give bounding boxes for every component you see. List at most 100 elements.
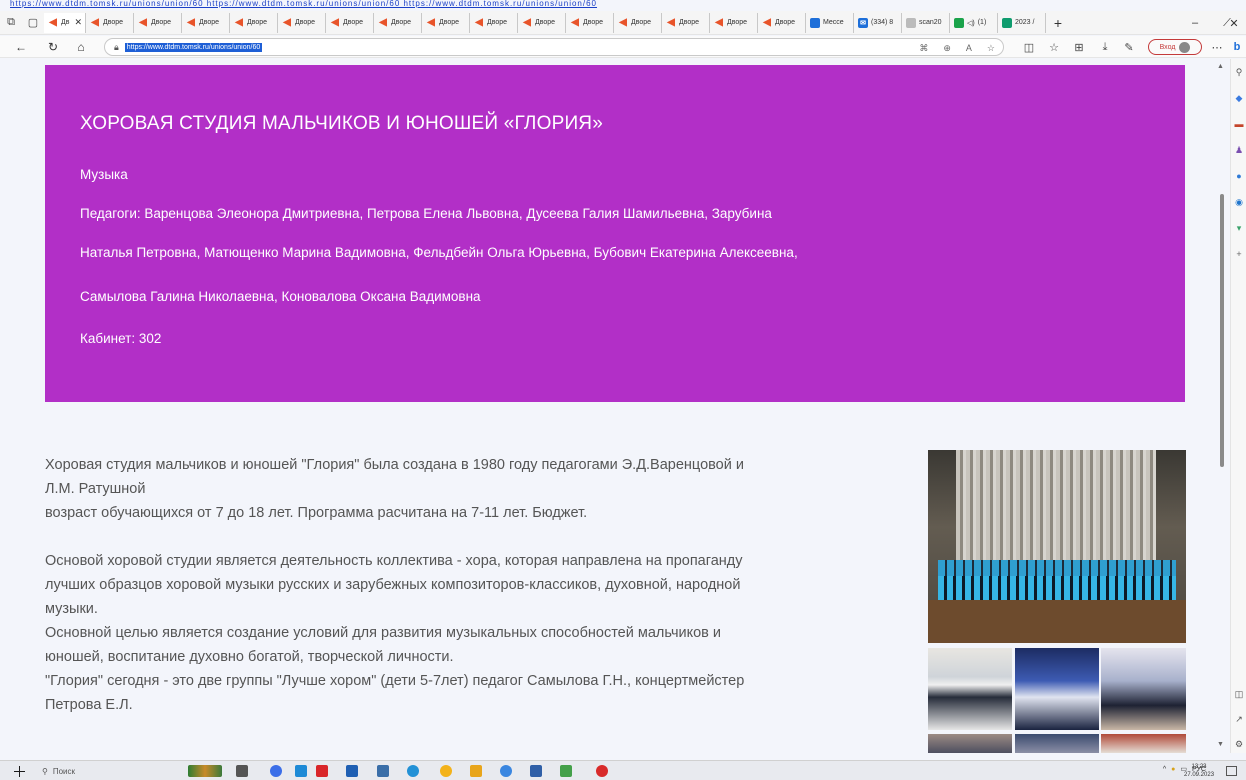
tab-audio[interactable]: ◁) (1) <box>950 12 998 33</box>
tab-dvorets[interactable]: ◀ Дворе <box>374 12 422 33</box>
word-icon[interactable] <box>346 765 358 777</box>
gallery-thumbnail[interactable] <box>928 734 1012 753</box>
games-icon[interactable]: ● <box>1234 171 1244 181</box>
telegram-icon[interactable] <box>500 765 512 777</box>
discover-icon[interactable]: ◆ <box>1234 93 1244 103</box>
app-available-icon[interactable]: ⌘ <box>919 43 928 54</box>
gallery-thumbnail[interactable] <box>1015 734 1099 753</box>
tab-dvorets[interactable]: ◀ Дворе <box>614 12 662 33</box>
bing-copilot-icon[interactable]: b <box>1226 36 1246 58</box>
close-window-button[interactable]: ✕ <box>1222 11 1246 35</box>
yandex-browser-icon[interactable] <box>596 765 608 777</box>
address-field[interactable]: 🔒︎ https://www.dtdm.tomsk.ru/unions/unio… <box>104 38 1004 56</box>
tab-dvorets[interactable]: ◀ Дворе <box>86 12 134 33</box>
favorites-icon[interactable]: ☆ <box>1043 36 1065 58</box>
tab-messenger[interactable]: Мессе <box>806 12 854 33</box>
scroll-up-icon[interactable]: ▲ <box>1217 63 1224 70</box>
tab-mail[interactable]: ✉ (334) 8 <box>854 12 902 33</box>
tab-active[interactable]: ◀ Дв ✕ <box>44 12 86 33</box>
read-aloud-icon[interactable]: A <box>966 43 972 53</box>
windows-start-icon[interactable] <box>14 766 25 777</box>
tab-actions-icon[interactable]: ▢ <box>22 12 44 34</box>
home-button[interactable]: ⌂ <box>70 36 92 58</box>
close-tab-icon[interactable]: ✕ <box>74 17 82 28</box>
office-icon[interactable]: ◉ <box>1234 197 1244 207</box>
refresh-button[interactable]: ↻ <box>42 36 64 58</box>
tab-dvorets[interactable]: ◀ Дворе <box>518 12 566 33</box>
site-favicon-icon: ◀ <box>715 17 723 28</box>
page-title: ХОРОВАЯ СТУДИЯ МАЛЬЧИКОВ И ЮНОШЕЙ «ГЛОРИ… <box>80 113 603 134</box>
document-icon <box>906 17 916 28</box>
tray-app-icon[interactable]: ● <box>1171 766 1175 773</box>
tab-dvorets[interactable]: ◀ Дворе <box>134 12 182 33</box>
tab-dvorets[interactable]: ◀ Дворе <box>230 12 278 33</box>
tab-label: Дворе <box>679 19 700 26</box>
tab-dvorets[interactable]: ◀ Дворе <box>758 12 806 33</box>
tab-dvorets[interactable]: ◀ Дворе <box>662 12 710 33</box>
page-scrollbar[interactable]: ▲ ▼ <box>1213 59 1230 753</box>
collections-icon[interactable]: ⊞ <box>1068 36 1090 58</box>
sign-in-label: Вход <box>1159 43 1176 51</box>
hero-banner: ХОРОВАЯ СТУДИЯ МАЛЬЧИКОВ И ЮНОШЕЙ «ГЛОРИ… <box>45 65 1185 402</box>
settings-gear-icon[interactable]: ⚙ <box>1234 739 1244 749</box>
lock-icon[interactable]: 🔒︎ <box>114 42 119 53</box>
back-button[interactable]: ← <box>10 36 32 58</box>
notifications-icon[interactable] <box>1226 766 1237 776</box>
workspaces-icon[interactable]: ⧉ <box>0 12 22 34</box>
tab-dvorets[interactable]: ◀ Дворе <box>278 12 326 33</box>
file-explorer-icon[interactable] <box>470 765 482 777</box>
paragraph-line: Основной целью является создание условий… <box>45 625 722 641</box>
downloads-icon[interactable]: ⤓ <box>1094 36 1116 58</box>
edge-browser-icon[interactable] <box>407 765 419 777</box>
tab-dvorets[interactable]: ◀ Дворе <box>182 12 230 33</box>
chrome-icon[interactable] <box>440 765 452 777</box>
chat-icon[interactable] <box>270 765 282 777</box>
site-favicon-icon: ◀ <box>139 17 147 28</box>
taskbar-search[interactable]: ⚲ Поиск <box>42 764 172 778</box>
yandex-icon[interactable] <box>316 765 328 777</box>
gallery-thumbnail[interactable] <box>928 648 1012 730</box>
scrollbar-thumb[interactable] <box>1220 194 1224 467</box>
tab-scan[interactable]: scan20 <box>902 12 950 33</box>
tab-dvorets[interactable]: ◀ Дворе <box>710 12 758 33</box>
app-icon[interactable] <box>377 765 389 777</box>
chevron-up-icon[interactable]: ^ <box>1163 766 1166 773</box>
favorite-star-icon[interactable]: ☆ <box>987 43 995 54</box>
gallery-thumbnail[interactable] <box>1015 648 1099 730</box>
green-favicon-icon <box>954 17 964 28</box>
new-tab-button[interactable]: + <box>1046 15 1070 31</box>
shopping-icon[interactable]: ▬ <box>1234 119 1244 129</box>
search-icon[interactable]: ⚲ <box>1234 67 1244 77</box>
choir-concert-photo[interactable] <box>928 450 1186 643</box>
tools-icon[interactable]: ♟ <box>1234 145 1244 155</box>
teachers-line-1: Педагоги: Варенцова Элеонора Дмитриевна,… <box>80 206 772 221</box>
extensions-icon[interactable]: ✎ <box>1118 36 1140 58</box>
split-icon[interactable]: ◫ <box>1234 689 1244 699</box>
task-view-icon[interactable] <box>236 765 248 777</box>
url-text[interactable]: https://www.dtdm.tomsk.ru/unions/union/6… <box>124 42 263 52</box>
tab-dvorets[interactable]: ◀ Дворе <box>326 12 374 33</box>
weather-widget-icon[interactable] <box>188 765 222 777</box>
app-icon[interactable] <box>530 765 542 777</box>
more-menu-icon[interactable]: ⋯ <box>1206 36 1228 58</box>
add-sidebar-icon[interactable]: + <box>1234 249 1244 259</box>
web-page: ХОРОВАЯ СТУДИЯ МАЛЬЧИКОВ И ЮНОШЕЙ «ГЛОРИ… <box>0 59 1213 753</box>
gallery-thumbnail[interactable] <box>1101 648 1186 730</box>
external-link-icon[interactable]: ↗ <box>1234 714 1244 724</box>
app-icon[interactable] <box>560 765 572 777</box>
sign-in-button[interactable]: Вход <box>1148 39 1202 55</box>
tab-2023[interactable]: 2023 / <box>998 12 1046 33</box>
gallery-thumbnail[interactable] <box>1101 734 1186 753</box>
store-icon[interactable] <box>295 765 307 777</box>
minimize-button[interactable]: – <box>1180 11 1210 35</box>
tab-dvorets[interactable]: ◀ Дворе <box>470 12 518 33</box>
tab-label: Дворе <box>247 19 268 26</box>
outlook-icon[interactable]: ▾ <box>1234 223 1244 233</box>
scroll-down-icon[interactable]: ▼ <box>1217 741 1224 748</box>
split-screen-icon[interactable]: ◫ <box>1018 36 1040 58</box>
tab-dvorets[interactable]: ◀ Дворе <box>566 12 614 33</box>
zoom-icon[interactable]: ⊕ <box>943 43 951 54</box>
system-clock[interactable]: 13:23 27.09.2023 <box>1184 763 1214 779</box>
tab-label: 2023 / <box>1015 19 1035 26</box>
tab-dvorets[interactable]: ◀ Дворе <box>422 12 470 33</box>
